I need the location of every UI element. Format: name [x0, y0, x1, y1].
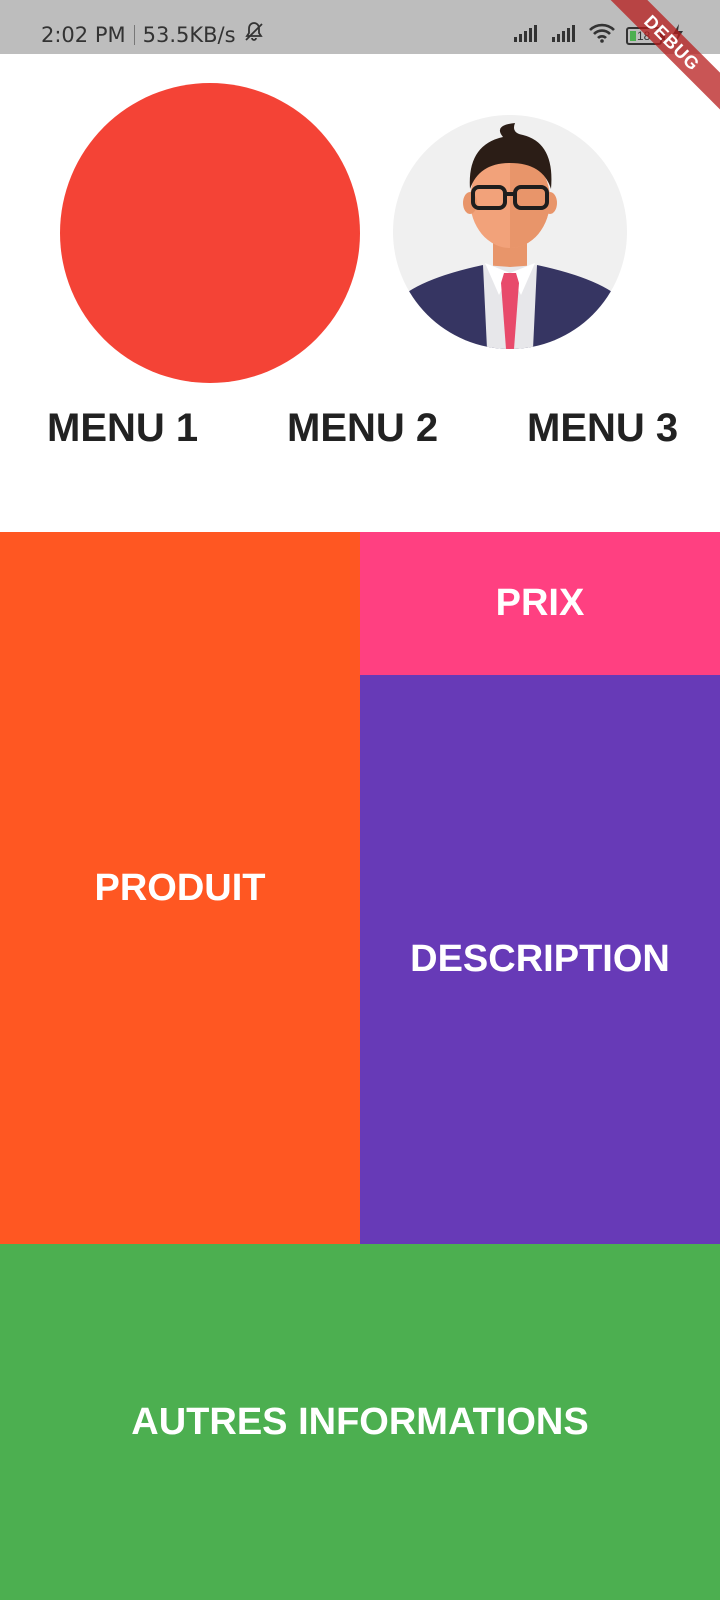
menu-item-2[interactable]: MENU 2: [287, 400, 438, 456]
menu-item-1[interactable]: MENU 1: [47, 400, 198, 456]
description-panel[interactable]: DESCRIPTION: [360, 675, 720, 1244]
menu-row: MENU 1 MENU 2 MENU 3: [0, 400, 720, 460]
autres-informations-label: AUTRES INFORMATIONS: [131, 1400, 589, 1443]
prix-label: PRIX: [495, 582, 585, 624]
status-bar: 2:02 PM 53.5KB/s 18: [0, 0, 720, 54]
signal-icon: [512, 23, 540, 48]
bell-off-icon: [242, 20, 266, 49]
red-circle: [60, 83, 360, 383]
description-label: DESCRIPTION: [410, 938, 670, 980]
wifi-icon: [588, 22, 616, 49]
prix-panel[interactable]: PRIX: [360, 532, 720, 675]
signal-icon: [550, 23, 578, 48]
avatar-icon: [393, 115, 627, 349]
menu-item-3[interactable]: MENU 3: [527, 400, 678, 456]
battery-level: [630, 30, 636, 41]
produit-panel[interactable]: PRODUIT: [0, 532, 360, 1244]
status-separator: [133, 24, 135, 45]
status-left: 2:02 PM 53.5KB/s: [41, 20, 266, 49]
status-time: 2:02 PM: [41, 22, 126, 47]
autres-informations-panel[interactable]: AUTRES INFORMATIONS: [0, 1244, 720, 1600]
network-speed: 53.5KB/s: [142, 22, 236, 47]
produit-label: PRODUIT: [94, 866, 266, 909]
